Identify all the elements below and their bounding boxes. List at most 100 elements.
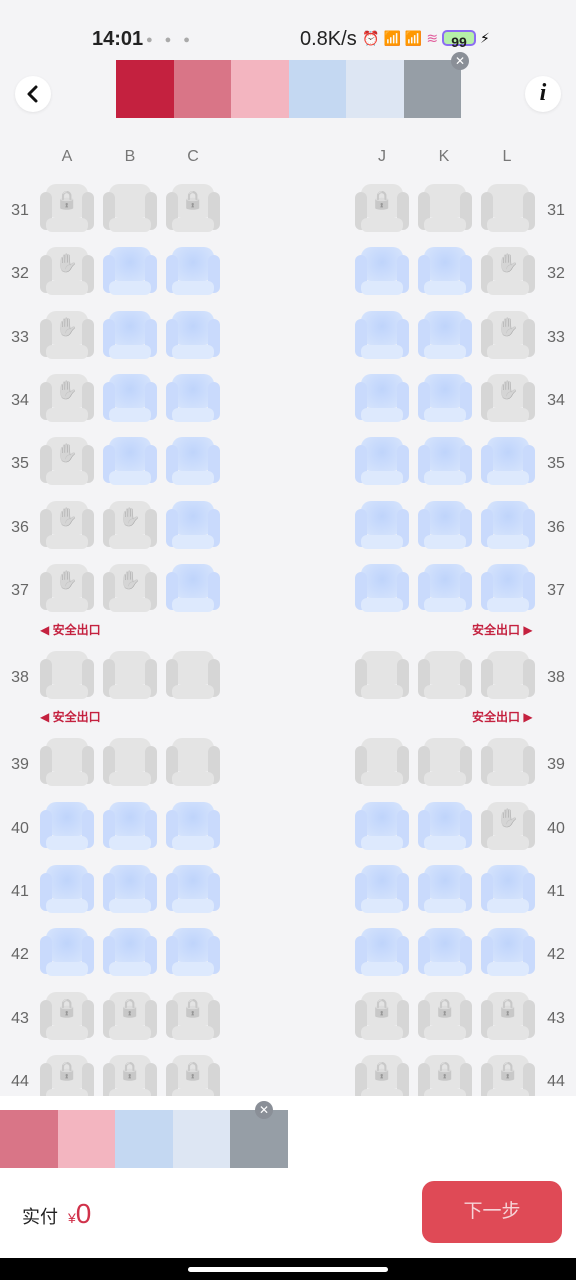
exit-marker-right: 安全出口 ▶ (472, 623, 533, 638)
lock-icon: 🔒 (55, 190, 79, 210)
seat-34J-available[interactable] (355, 372, 409, 426)
column-label-b: B (124, 148, 136, 165)
seat-36A-occupied: ✋ (40, 499, 94, 553)
seat-35K-available[interactable] (418, 435, 472, 489)
seat-41K-available[interactable] (418, 863, 472, 917)
back-button[interactable] (15, 76, 51, 112)
seat-31B-unavailable (103, 182, 157, 236)
seat-36J-available[interactable] (355, 499, 409, 553)
column-label-j: J (378, 148, 386, 165)
seat-42L-available[interactable] (481, 926, 535, 980)
seat-34C-available[interactable] (166, 372, 220, 426)
seat-40L-occupied: ✋ (481, 800, 535, 854)
seat-36B-occupied: ✋ (103, 499, 157, 553)
seat-32B-available[interactable] (103, 245, 157, 299)
seat-32A-occupied: ✋ (40, 245, 94, 299)
status-icons: ⏰ 📶 📶 ≋ 99 ⚡ (362, 28, 490, 50)
battery-icon: 99 (442, 30, 477, 50)
close-bottom-legend-button[interactable]: ✕ (255, 1101, 273, 1119)
row-number-right: 39 (547, 756, 565, 774)
home-handle[interactable] (188, 1267, 388, 1272)
row-number-right: 42 (547, 946, 565, 964)
seat-31A-locked: 🔒 (40, 182, 94, 236)
seat-42A-available[interactable] (40, 926, 94, 980)
seat-33A-occupied: ✋ (40, 309, 94, 363)
next-step-button[interactable]: 下一步 (422, 1181, 562, 1243)
seat-41L-available[interactable] (481, 863, 535, 917)
seat-32J-available[interactable] (355, 245, 409, 299)
row-number-right: 36 (547, 518, 565, 536)
lock-icon: 🔒 (370, 997, 394, 1018)
seat-42J-available[interactable] (355, 926, 409, 980)
lock-icon: 🔒 (181, 1060, 205, 1081)
bottom-legend-swatch-1 (0, 1110, 58, 1168)
seat-42K-available[interactable] (418, 926, 472, 980)
seat-40B-available[interactable] (103, 800, 157, 854)
seat-32K-available[interactable] (418, 245, 472, 299)
seat-40A-available[interactable] (40, 800, 94, 854)
seat-40C-available[interactable] (166, 800, 220, 854)
seat-35J-available[interactable] (355, 435, 409, 489)
seat-35L-available[interactable] (481, 435, 535, 489)
seat-39J-unavailable (355, 736, 409, 790)
column-label-c: C (187, 148, 199, 165)
info-button[interactable]: i (525, 76, 561, 112)
seat-37A-occupied: ✋ (40, 562, 94, 616)
seat-32C-available[interactable] (166, 245, 220, 299)
legend-swatch-2 (173, 60, 231, 118)
seat-36K-available[interactable] (418, 499, 472, 553)
seat-43B-locked: 🔒 (103, 990, 157, 1044)
seat-43L-locked: 🔒 (481, 990, 535, 1044)
row-number-left: 39 (11, 756, 29, 774)
seat-37L-available[interactable] (481, 562, 535, 616)
seat-41J-available[interactable] (355, 863, 409, 917)
seat-34B-available[interactable] (103, 372, 157, 426)
hd-signal-icon: 📶 (383, 30, 401, 46)
legend-swatch-6 (403, 60, 461, 118)
seat-40J-available[interactable] (355, 800, 409, 854)
lock-icon: 🔒 (433, 997, 457, 1018)
lock-icon: 🔒 (433, 1060, 457, 1081)
row-number-right: 38 (547, 669, 565, 687)
seat-33K-available[interactable] (418, 309, 472, 363)
seat-36L-available[interactable] (481, 499, 535, 553)
seat-33B-available[interactable] (103, 309, 157, 363)
seat-33C-available[interactable] (166, 309, 220, 363)
seat-36C-available[interactable] (166, 499, 220, 553)
row-number-right: 31 (547, 202, 565, 219)
row-number-left: 33 (11, 328, 29, 346)
legend-swatch-1 (116, 60, 174, 118)
bottom-legend-swatches (0, 1110, 288, 1168)
seat-39K-unavailable (418, 736, 472, 790)
seat-31K-unavailable (418, 182, 472, 236)
seat-41A-available[interactable] (40, 863, 94, 917)
bottom-legend-swatch-5 (230, 1110, 288, 1168)
seat-35A-occupied: ✋ (40, 435, 94, 489)
seat-37C-available[interactable] (166, 562, 220, 616)
seat-38J-unavailable (355, 649, 409, 703)
seat-selection-screen: 14:01 ●●● 0.8K/s ⏰ 📶 📶 ≋ 99 ⚡ ✕ i A B C … (0, 0, 576, 1280)
seat-42C-available[interactable] (166, 926, 220, 980)
seat-34A-occupied: ✋ (40, 372, 94, 426)
seat-35C-available[interactable] (166, 435, 220, 489)
seat-37K-available[interactable] (418, 562, 472, 616)
hand-icon: ✋ (55, 443, 79, 464)
seat-42B-available[interactable] (103, 926, 157, 980)
seat-34L-occupied: ✋ (481, 372, 535, 426)
seat-34K-available[interactable] (418, 372, 472, 426)
seat-41B-available[interactable] (103, 863, 157, 917)
seat-35B-available[interactable] (103, 435, 157, 489)
close-legend-button[interactable]: ✕ (451, 52, 469, 70)
row-number-left: 43 (11, 1009, 29, 1027)
row-number-right: 44 (547, 1072, 565, 1090)
network-speed: 0.8K/s (300, 28, 357, 50)
seat-43K-locked: 🔒 (418, 990, 472, 1044)
lock-icon: 🔒 (370, 190, 394, 210)
seat-38K-unavailable (418, 649, 472, 703)
seat-33J-available[interactable] (355, 309, 409, 363)
seat-37J-available[interactable] (355, 562, 409, 616)
seat-33L-occupied: ✋ (481, 309, 535, 363)
row-number-right: 43 (547, 1009, 565, 1027)
seat-40K-available[interactable] (418, 800, 472, 854)
seat-41C-available[interactable] (166, 863, 220, 917)
